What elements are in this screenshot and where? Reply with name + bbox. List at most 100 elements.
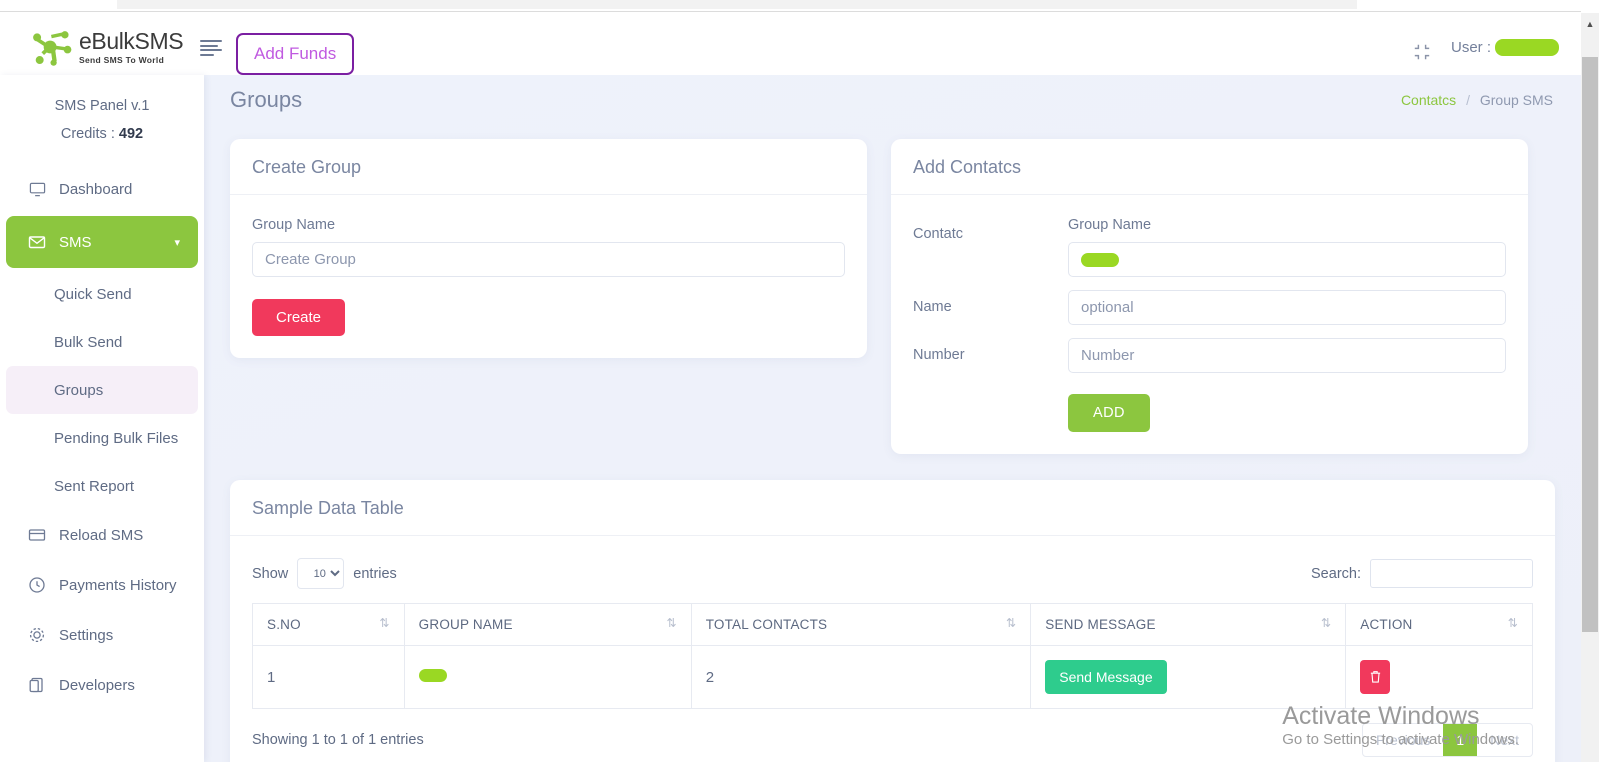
breadcrumb-current: Group SMS (1479, 92, 1553, 108)
contact-name-input[interactable] (1068, 290, 1506, 325)
top-strip-inner (117, 0, 1357, 9)
create-group-title: Create Group (252, 157, 362, 177)
breadcrumb: Contatcs / Group SMS (1401, 92, 1553, 108)
table-head: S.NO ⇅ GROUP NAME ⇅ TOTAL CONTACTS ⇅ SEN… (252, 603, 1533, 646)
sidebar: SMS Panel v.1 Credits : 492 Dashboard SM… (0, 75, 204, 762)
sidebar-item-payments-history[interactable]: Payments History (6, 560, 198, 610)
page-title: Groups (230, 87, 303, 112)
sidebar-item-label: Quick Send (54, 285, 132, 303)
col-sno[interactable]: S.NO ⇅ (252, 603, 405, 646)
ebulksms-logo-icon (33, 31, 72, 66)
pagination-previous[interactable]: Previous (1363, 724, 1443, 756)
sidebar-item-sent-report[interactable]: Sent Report (6, 462, 198, 510)
hamburger-icon[interactable] (200, 40, 222, 56)
data-table-card-body: Show 10 25 50 100 entries Search: (230, 536, 1555, 762)
add-button-row: ADD (913, 386, 1506, 432)
breadcrumb-link-contatcs[interactable]: Contatcs (1401, 92, 1456, 108)
user-area[interactable]: User : (1451, 39, 1559, 56)
datatable-footer: Showing 1 to 1 of 1 entries Previous 1 N… (252, 709, 1533, 757)
col-total-contacts-label: TOTAL CONTACTS (705, 617, 828, 632)
scrollbar-thumb[interactable] (1582, 57, 1598, 632)
group-name-redacted (418, 668, 447, 682)
contact-number-input[interactable] (1068, 338, 1506, 373)
app-header: eBulkSMS Send SMS To World Add Funds Use… (0, 13, 1581, 75)
contact-number-row: Number (913, 338, 1506, 373)
sidebar-item-reload-sms[interactable]: Reload SMS (6, 510, 198, 560)
sidebar-item-label: Payments History (59, 576, 177, 594)
data-table-wrap: Sample Data Table Show 10 25 50 100 (204, 454, 1581, 762)
cell-sno: 1 (252, 645, 405, 709)
group-name-label: Group Name (252, 217, 336, 233)
sidebar-item-groups[interactable]: Groups (6, 366, 198, 414)
brand-title: eBulkSMS (79, 27, 184, 54)
file-code-icon (28, 676, 46, 694)
browser-scrollbar[interactable]: ▲ (1581, 13, 1599, 762)
sidebar-item-dashboard[interactable]: Dashboard (6, 164, 198, 214)
sidebar-item-quick-send[interactable]: Quick Send (6, 270, 198, 318)
create-group-card: Create Group Group Name Create (230, 139, 867, 358)
add-funds-button[interactable]: Add Funds (236, 33, 355, 75)
brand-text: eBulkSMS Send SMS To World (79, 27, 184, 65)
send-message-button[interactable]: Send Message (1045, 660, 1167, 694)
col-action-label: ACTION (1360, 617, 1413, 632)
page-length-control: Show 10 25 50 100 entries (252, 558, 397, 589)
contact-name-row: Name (913, 290, 1506, 325)
data-table-card-header: Sample Data Table (230, 480, 1555, 536)
col-action[interactable]: ACTION ⇅ (1345, 603, 1533, 646)
data-table-title: Sample Data Table (252, 498, 404, 518)
add-contacts-column: Add Contatcs Contatc Group Name Name opt… (891, 139, 1528, 454)
brand-logo[interactable]: eBulkSMS Send SMS To World (30, 27, 184, 67)
create-group-card-header: Create Group (230, 139, 867, 195)
sort-icon: ⇅ (666, 616, 677, 630)
cell-action (1345, 645, 1533, 709)
add-contacts-card-header: Add Contatcs (891, 139, 1528, 195)
compress-icon[interactable] (1413, 43, 1431, 61)
page-header: Groups Contatcs / Group SMS (204, 75, 1581, 113)
monitor-icon (28, 180, 46, 198)
add-contacts-title: Add Contatcs (913, 157, 1022, 177)
search-label: Search: (1311, 565, 1361, 582)
user-label: User : (1450, 39, 1491, 56)
envelope-icon (28, 233, 46, 251)
datatable-controls: Show 10 25 50 100 entries Search: (252, 558, 1533, 603)
group-name-input[interactable] (252, 242, 845, 277)
sidebar-item-sms[interactable]: SMS ▾ (6, 216, 198, 268)
col-send-message[interactable]: SEND MESSAGE ⇅ (1030, 603, 1347, 646)
sidebar-item-label: Reload SMS (59, 526, 144, 544)
create-button[interactable]: Create (252, 299, 346, 336)
col-total-contacts[interactable]: TOTAL CONTACTS ⇅ (690, 603, 1032, 646)
group-name-select[interactable] (1068, 242, 1506, 277)
show-label: Show (252, 565, 289, 582)
scroll-up-arrow[interactable]: ▲ (1581, 15, 1599, 33)
contact-group-row: Contatc Group Name (913, 217, 1506, 277)
groups-table: S.NO ⇅ GROUP NAME ⇅ TOTAL CONTACTS ⇅ SEN… (252, 603, 1533, 709)
trash-icon (1370, 671, 1380, 683)
brand-tagline: Send SMS To World (79, 54, 165, 65)
entries-label: entries (353, 565, 397, 582)
sidebar-item-settings[interactable]: Settings (6, 610, 198, 660)
sidebar-item-pending-bulk-files[interactable]: Pending Bulk Files (6, 414, 198, 462)
pagination-page-1[interactable]: 1 (1443, 724, 1478, 756)
gear-icon (28, 626, 46, 644)
col-group-name[interactable]: GROUP NAME ⇅ (403, 603, 692, 646)
table-row: 1 2 Send Message (252, 645, 1533, 709)
user-name-redacted (1495, 39, 1559, 56)
add-contacts-card-body: Contatc Group Name Name optional Number … (891, 195, 1528, 454)
chevron-down-icon: ▾ (174, 236, 180, 249)
pagination-next[interactable]: Next (1477, 724, 1532, 756)
page-length-select[interactable]: 10 25 50 100 (297, 558, 345, 589)
credit-card-icon (28, 526, 46, 544)
sidebar-panel-info: SMS Panel v.1 Credits : 492 (0, 75, 204, 148)
panel-name: SMS Panel v.1 (54, 98, 150, 114)
sidebar-item-bulk-send[interactable]: Bulk Send (6, 318, 198, 366)
create-group-card-body: Group Name Create (230, 195, 867, 358)
add-contact-button[interactable]: ADD (1068, 394, 1150, 432)
sidebar-item-label: Sent Report (54, 477, 135, 495)
search-input[interactable] (1370, 559, 1533, 588)
group-name-value-redacted (1081, 252, 1119, 267)
sidebar-item-developers[interactable]: Developers (6, 660, 198, 710)
sort-icon: ⇅ (1005, 616, 1017, 630)
contact-label: Contatc (913, 226, 963, 242)
data-table-card: Sample Data Table Show 10 25 50 100 (230, 480, 1555, 762)
delete-row-button[interactable] (1360, 660, 1391, 694)
